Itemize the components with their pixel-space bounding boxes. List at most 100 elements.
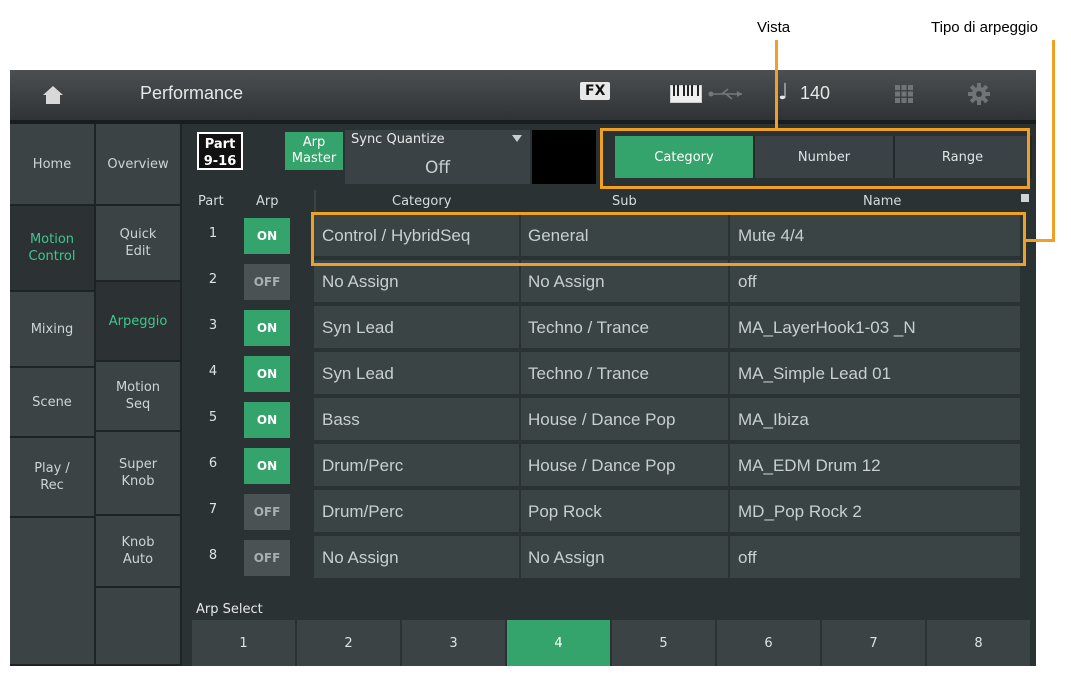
header-sub: Sub (612, 194, 637, 209)
header-part: Part (198, 194, 224, 209)
row-sub: Pop Rock (528, 502, 602, 521)
arp-select-number: 4 (554, 635, 563, 651)
row-part-number: 7 (208, 502, 218, 517)
arp-select-number: 2 (344, 635, 353, 651)
usb-icon (708, 88, 742, 100)
row-name: MD_Pop Rock 2 (738, 502, 862, 521)
row-background (314, 352, 1020, 396)
scrollbar-marker (1021, 194, 1029, 202)
arp-master-button[interactable]: Arp Master (285, 132, 343, 170)
arp-toggle-label: OFF (253, 505, 281, 519)
subtab-motion-seq-label: Motion Seq (115, 380, 161, 412)
view-highlight-box (600, 128, 1030, 189)
subtab-overview[interactable]: Overview (96, 124, 180, 206)
row-part-number: 8 (208, 548, 218, 563)
arp-select-button-6[interactable]: 6 (717, 620, 822, 666)
row-sub: Techno / Trance (528, 318, 649, 337)
row-name: MA_EDM Drum 12 (738, 456, 881, 475)
row-category: Syn Lead (322, 364, 394, 383)
arpeggio-panel: Part 9-16 Arp Master Sync Quantize Off C… (182, 124, 1036, 666)
annotation-view: Vista (757, 19, 791, 36)
row-part-number: 3 (208, 318, 218, 333)
arp-type-highlight-box (311, 212, 1026, 266)
arp-toggle-label: ON (256, 321, 278, 335)
row-sub: No Assign (528, 548, 605, 567)
subtab-super-knob[interactable]: Super Knob (96, 432, 180, 516)
subtab-arpeggio[interactable]: Arpeggio (96, 282, 180, 362)
page-title: Performance (140, 83, 244, 103)
arp-select-number: 1 (239, 635, 248, 651)
sync-quantize-dropdown[interactable]: Sync Quantize Off (345, 130, 530, 184)
grid-icon[interactable] (895, 85, 913, 103)
arp-toggle[interactable]: OFF (244, 264, 290, 300)
arp-toggle[interactable]: OFF (244, 540, 290, 576)
part-range-button[interactable]: Part 9-16 (197, 132, 243, 170)
tab-motion-control[interactable]: Motion Control (10, 206, 94, 292)
tab-empty (10, 518, 94, 666)
arp-select-label: Arp Select (196, 602, 263, 617)
row-background (314, 260, 1020, 304)
arp-select-button-1[interactable]: 1 (192, 620, 297, 666)
arp-select-button-3[interactable]: 3 (402, 620, 507, 666)
arp-select-button-2[interactable]: 2 (297, 620, 402, 666)
arp-select-number: 7 (869, 635, 878, 651)
row-category: Drum/Perc (322, 502, 404, 521)
tab-motion-control-label: Motion Control (28, 232, 76, 264)
arp-toggle[interactable]: ON (244, 356, 290, 392)
part-range-label: Part 9-16 (203, 137, 237, 169)
row-name: MA_LayerHook1-03 _N (738, 318, 916, 337)
header-divider (314, 190, 316, 212)
row-category: No Assign (322, 272, 399, 291)
arp-toggle[interactable]: ON (244, 448, 290, 484)
arp-toggle-label: ON (256, 367, 278, 381)
tab-play-rec[interactable]: Play / Rec (10, 438, 94, 518)
subtab-quick-edit[interactable]: Quick Edit (96, 206, 180, 282)
blank-display (532, 130, 596, 184)
arp-toggle[interactable]: OFF (244, 494, 290, 530)
tab-play-rec-label: Play / Rec (34, 461, 70, 493)
row-name: off (738, 272, 757, 291)
view-leader-line (775, 40, 778, 130)
gear-icon[interactable] (968, 83, 990, 105)
tab-home[interactable]: Home (10, 124, 94, 206)
arp-type-leader-connector (1024, 239, 1055, 242)
arp-toggle-label: OFF (253, 551, 281, 565)
subtab-empty (96, 588, 180, 666)
arp-toggle-label: OFF (253, 275, 281, 289)
arp-toggle[interactable]: ON (244, 310, 290, 346)
arp-select-button-7[interactable]: 7 (822, 620, 927, 666)
row-part-number: 5 (208, 410, 218, 425)
subtab-super-knob-label: Super Knob (118, 457, 158, 489)
row-sub: House / Dance Pop (528, 456, 676, 475)
row-name: MA_Simple Lead 01 (738, 364, 892, 383)
row-category: Syn Lead (322, 318, 394, 337)
subtab-knob-auto[interactable]: Knob Auto (96, 516, 180, 588)
arp-select-button-8[interactable]: 8 (927, 620, 1032, 666)
subtab-overview-label: Overview (107, 156, 169, 172)
column-divider (519, 214, 521, 582)
tempo-value[interactable]: 140 (800, 83, 830, 104)
arp-select-number: 5 (659, 635, 668, 651)
row-background (314, 490, 1020, 534)
arp-select-button-4[interactable]: 4 (507, 620, 612, 666)
fx-badge[interactable]: FX (580, 82, 611, 100)
tab-scene[interactable]: Scene (10, 368, 94, 438)
tab-mixing-label: Mixing (30, 321, 74, 337)
column-divider (728, 214, 730, 582)
home-icon[interactable] (42, 84, 64, 106)
arp-select-number: 8 (974, 635, 983, 651)
header-arp: Arp (256, 194, 279, 209)
arp-select-button-5[interactable]: 5 (612, 620, 717, 666)
tab-mixing[interactable]: Mixing (10, 292, 94, 368)
arp-select-number: 6 (764, 635, 773, 651)
arp-toggle[interactable]: ON (244, 218, 290, 254)
sync-quantize-value: Off (424, 158, 451, 178)
subtab-knob-auto-label: Knob Auto (121, 535, 155, 567)
arp-toggle-label: ON (256, 413, 278, 427)
subtab-arpeggio-label: Arpeggio (108, 313, 168, 329)
row-sub: House / Dance Pop (528, 410, 676, 429)
arp-toggle[interactable]: ON (244, 402, 290, 438)
arp-toggle-label: ON (256, 229, 278, 243)
subtab-motion-seq[interactable]: Motion Seq (96, 362, 180, 432)
tab-home-label: Home (32, 156, 72, 172)
